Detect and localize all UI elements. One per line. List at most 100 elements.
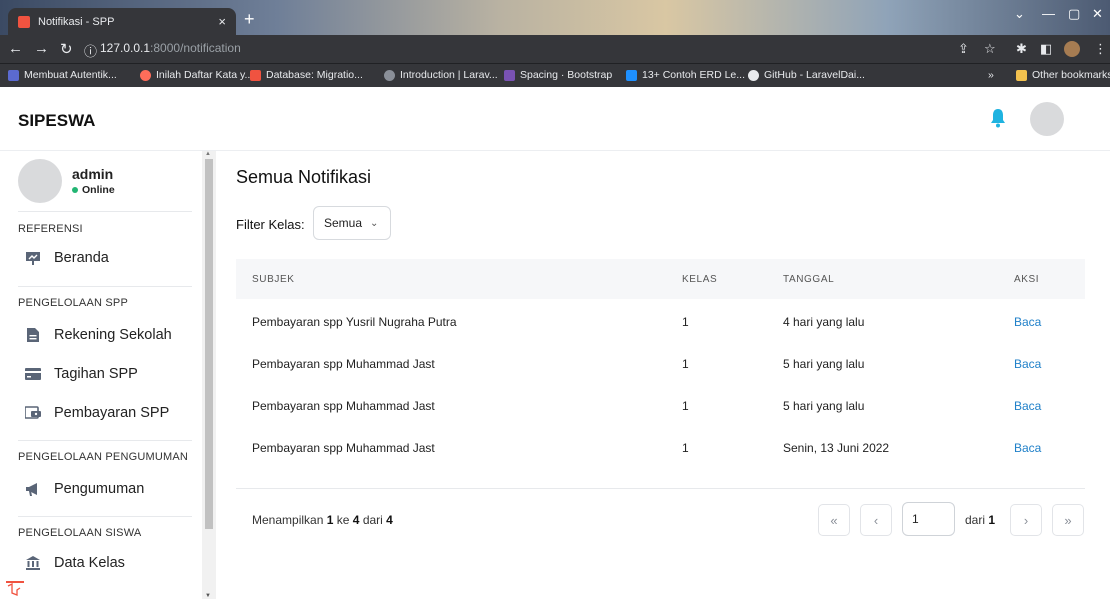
main-content: Semua Notifikasi Filter Kelas: Semua ⌄ S… <box>216 151 1110 599</box>
baca-link[interactable]: Baca <box>1014 357 1041 371</box>
divider <box>18 286 192 287</box>
baca-link[interactable]: Baca <box>1014 441 1041 455</box>
user-status: Online <box>72 184 115 196</box>
browser-tab-strip: Notifikasi - SPP × + ⌄ — ▢ ✕ <box>0 0 1110 35</box>
scroll-down-icon[interactable]: ▼ <box>205 593 211 599</box>
bookmark-star-icon[interactable]: ☆ <box>984 41 996 57</box>
summary-prefix: Menampilkan <box>252 513 324 527</box>
scroll-up-icon[interactable]: ▲ <box>205 151 211 157</box>
credit-card-icon <box>24 365 42 383</box>
tab-title: Notifikasi - SPP <box>38 15 115 28</box>
sidebar-item-beranda[interactable]: Beranda <box>24 249 109 267</box>
user-status-text: Online <box>82 184 115 196</box>
header-avatar[interactable] <box>1030 102 1064 136</box>
browser-tab[interactable]: Notifikasi - SPP × <box>8 8 236 35</box>
sidebar-item-label: Data Kelas <box>54 555 125 571</box>
page-title: Semua Notifikasi <box>236 167 372 187</box>
other-bookmarks[interactable]: Other bookmarks <box>1016 69 1110 81</box>
laravel-debugbar-icon[interactable] <box>6 581 24 599</box>
summary-from: 1 <box>326 513 334 527</box>
cell-tanggal: Senin, 13 Juni 2022 <box>783 441 890 455</box>
bookmarks-overflow-icon[interactable]: » <box>988 69 994 81</box>
prev-page-button[interactable]: ‹ <box>860 504 892 536</box>
url-path: :8000/notification <box>150 41 241 55</box>
address-bar-row: ← → ↻ ⓘ 127.0.0.1:8000/notification ⇪ ☆ … <box>0 35 1110 63</box>
bookmark-label: Spacing · Bootstrap <box>520 69 613 81</box>
bookmark-item[interactable]: Introduction | Larav... <box>384 69 498 81</box>
sidebar-item-label: Pengumuman <box>54 481 145 497</box>
maximize-icon[interactable]: ▢ <box>1068 6 1080 22</box>
bookmark-favicon-icon <box>8 69 19 81</box>
sidebar-scrollbar[interactable]: ▲ ▼ <box>202 151 216 599</box>
tab-search-icon[interactable]: ⌄ <box>1014 6 1025 22</box>
bookmark-item[interactable]: Membuat Autentik... <box>8 69 117 81</box>
bookmark-favicon-icon <box>250 69 261 81</box>
bookmark-item[interactable]: 13+ Contoh ERD Le... <box>626 69 745 81</box>
bookmark-label: GitHub - LaravelDai... <box>764 69 865 81</box>
bookmark-item[interactable]: Spacing · Bootstrap <box>504 69 612 81</box>
bookmark-item[interactable]: GitHub - LaravelDai... <box>748 69 865 81</box>
avatar <box>18 159 62 203</box>
menu-dots-icon[interactable]: ⋮ <box>1094 41 1107 57</box>
cell-subjek: Pembayaran spp Muhammad Jast <box>252 399 435 413</box>
sidebar-item-data-kelas[interactable]: Data Kelas <box>24 554 125 572</box>
summary-to: 4 <box>352 513 360 527</box>
next-page-button[interactable]: › <box>1010 504 1042 536</box>
bookmarks-bar: Membuat Autentik... Inilah Daftar Kata y… <box>0 63 1110 87</box>
pagination-summary: Menampilkan 1 ke 4 dari 4 <box>252 513 393 527</box>
chevron-down-icon: ⌄ <box>370 217 379 229</box>
cell-subjek: Pembayaran spp Muhammad Jast <box>252 441 435 455</box>
bookmark-favicon-icon <box>504 69 515 81</box>
filter-kelas-select[interactable]: Semua ⌄ <box>313 206 391 240</box>
bookmark-favicon-icon <box>140 69 151 81</box>
close-window-icon[interactable]: ✕ <box>1092 6 1103 22</box>
cell-subjek: Pembayaran spp Muhammad Jast <box>252 357 435 371</box>
scrollbar-thumb[interactable] <box>205 159 213 529</box>
cell-tanggal: 5 hari yang lalu <box>783 357 865 371</box>
table-row: Pembayaran spp Muhammad Jast 1 5 hari ya… <box>236 385 1085 427</box>
sidebar-item-rekening-sekolah[interactable]: Rekening Sekolah <box>24 326 172 344</box>
summary-total: 4 <box>386 513 393 527</box>
baca-link[interactable]: Baca <box>1014 315 1041 329</box>
bookmark-item[interactable]: Inilah Daftar Kata y... <box>140 69 253 81</box>
page-number-input[interactable] <box>902 502 955 536</box>
sidebar-item-tagihan-spp[interactable]: Tagihan SPP <box>24 365 138 383</box>
last-page-button[interactable]: » <box>1052 504 1084 536</box>
table-row: Pembayaran spp Yusril Nugraha Putra 1 4 … <box>236 301 1085 343</box>
sidebar: admin Online REFERENSI Beranda PENGELOLA… <box>0 151 202 599</box>
side-panel-icon[interactable]: ◧ <box>1040 41 1052 57</box>
baca-link[interactable]: Baca <box>1014 399 1041 413</box>
new-tab-button[interactable]: + <box>244 9 255 30</box>
document-icon <box>24 326 42 344</box>
url-field[interactable]: 127.0.0.1:8000/notification <box>100 41 241 55</box>
table-header: SUBJEK KELAS TANGGAL AKSI <box>236 259 1085 299</box>
column-header-tanggal: TANGGAL <box>783 274 835 285</box>
url-host: 127.0.0.1 <box>100 41 151 55</box>
sidebar-item-label: Tagihan SPP <box>54 366 138 382</box>
bookmark-favicon-icon <box>384 69 395 81</box>
cell-tanggal: 5 hari yang lalu <box>783 399 865 413</box>
bank-icon <box>24 554 42 572</box>
summary-to-word: ke <box>336 513 350 527</box>
divider <box>236 488 1085 489</box>
page-total: 1 <box>988 513 996 527</box>
table-row: Pembayaran spp Muhammad Jast 1 5 hari ya… <box>236 343 1085 385</box>
sidebar-item-pembayaran-spp[interactable]: Pembayaran SPP <box>24 404 169 422</box>
folder-icon <box>1016 69 1027 81</box>
extensions-icon[interactable]: ✱ <box>1016 41 1027 57</box>
reload-icon[interactable]: ↻ <box>60 40 73 58</box>
presentation-icon <box>24 249 42 267</box>
bookmark-item[interactable]: Database: Migratio... <box>250 69 363 81</box>
profile-avatar-icon[interactable] <box>1064 41 1080 57</box>
back-icon[interactable]: ← <box>8 40 23 57</box>
site-info-icon[interactable]: ⓘ <box>84 41 97 60</box>
tab-close-icon[interactable]: × <box>218 14 226 29</box>
first-page-button[interactable]: « <box>818 504 850 536</box>
sidebar-item-pengumuman[interactable]: Pengumuman <box>24 480 144 498</box>
bookmark-favicon-icon <box>626 69 637 81</box>
bell-icon[interactable] <box>990 108 1006 128</box>
forward-icon[interactable]: → <box>34 40 49 57</box>
brand-logo[interactable]: SIPESWA <box>18 111 95 131</box>
share-icon[interactable]: ⇪ <box>958 41 969 57</box>
minimize-icon[interactable]: — <box>1042 6 1055 21</box>
